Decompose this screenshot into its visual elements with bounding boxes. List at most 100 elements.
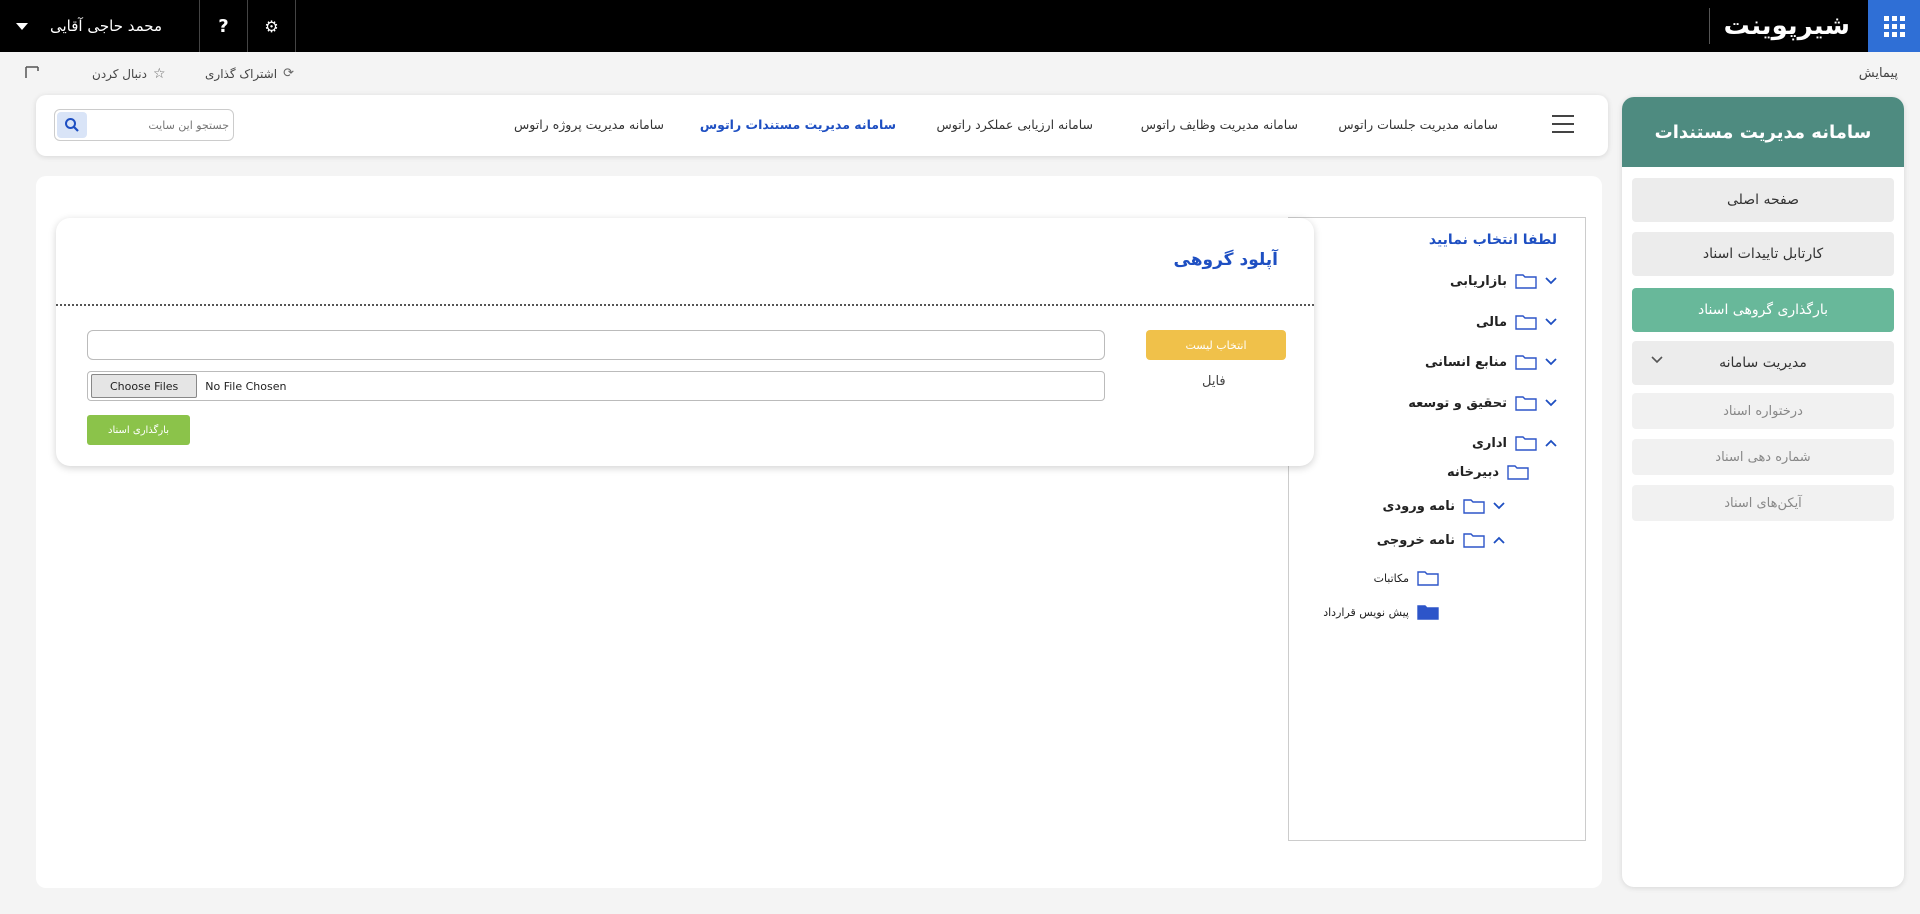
- navigation-label[interactable]: پیمایش: [1859, 66, 1898, 81]
- share-label: اشتراک گذاری: [205, 66, 278, 81]
- sidebar-item-bulk-upload[interactable]: بارگذاری گروهی اسناد: [1632, 288, 1894, 332]
- brand-title[interactable]: شیرپوینت: [1724, 6, 1850, 46]
- nav-link-meetings[interactable]: سامانه مدیریت جلسات راتوس: [1338, 117, 1498, 132]
- follow-label: دنبال کردن: [92, 67, 147, 81]
- tree-node-label: بازاریابی: [1450, 273, 1507, 289]
- brand-divider: [1709, 8, 1710, 44]
- sidebar-subitem-numbering[interactable]: شماره دهی اسناد: [1632, 439, 1894, 475]
- folder-tree: لطفا انتخاب نمایید بازاریابی مالی منابع …: [1288, 217, 1586, 841]
- user-menu-button[interactable]: محمد حاجی آقایی: [0, 0, 200, 52]
- site-search: [54, 109, 234, 141]
- tree-title: لطفا انتخاب نمایید: [1428, 232, 1557, 248]
- app-launcher-button[interactable]: [1868, 0, 1920, 52]
- suite-bar: شیرپوینت محمد حاجی آقایی ? ⚙: [0, 0, 1920, 52]
- sidebar-subitem-document-tree[interactable]: درختواره اسناد: [1632, 393, 1894, 429]
- tree-node-secretariat[interactable]: دبیرخانه: [1447, 464, 1529, 480]
- search-button[interactable]: [57, 112, 87, 138]
- nav-link-documents[interactable]: سامانه مدیریت مستندات راتوس: [700, 117, 896, 132]
- tree-node-administrative[interactable]: اداری: [1472, 435, 1557, 451]
- sidebar-item-label: درختواره اسناد: [1723, 403, 1803, 419]
- ribbon-row: دنبال کردن ☆ اشتراک گذاری ⟳ پیمایش: [0, 56, 1920, 92]
- folder-icon: [1515, 273, 1537, 289]
- nav-link-projects[interactable]: سامانه مدیریت پروژه راتوس: [514, 117, 664, 132]
- list-field[interactable]: [87, 330, 1105, 360]
- share-button[interactable]: اشتراک گذاری ⟳: [205, 66, 294, 81]
- tree-node-contract-draft[interactable]: پیش نویس قرارداد: [1323, 604, 1439, 620]
- waffle-icon: [1883, 15, 1905, 37]
- chevron-down-icon[interactable]: [1545, 397, 1557, 409]
- sidebar-item-label: کارتابل تاییدات اسناد: [1702, 246, 1824, 262]
- bulk-upload-card: آپلود گروهی انتخاب لیست فایل Choose File…: [56, 218, 1314, 466]
- user-area: محمد حاجی آقایی ? ⚙: [0, 0, 296, 52]
- help-button[interactable]: ?: [200, 0, 248, 52]
- nav-link-tasks[interactable]: سامانه مدیریت وظایف راتوس: [1141, 117, 1298, 132]
- folder-icon: [1463, 498, 1485, 514]
- sidebar-item-label: مدیریت سامانه: [1719, 355, 1807, 371]
- upload-documents-button[interactable]: بارگذاری اسناد: [87, 415, 190, 445]
- tree-node-hr[interactable]: منابع انسانی: [1425, 354, 1557, 370]
- sidebar-subitem-icons[interactable]: آیکن‌های اسناد: [1632, 485, 1894, 521]
- user-name: محمد حاجی آقایی: [50, 17, 163, 35]
- divider: [56, 304, 1314, 306]
- tree-node-label: منابع انسانی: [1424, 354, 1507, 370]
- share-icon: ⟳: [283, 66, 294, 81]
- tree-node-finance[interactable]: مالی: [1476, 314, 1557, 330]
- tree-node-label: پیش نویس قرارداد: [1323, 605, 1409, 619]
- sidebar-item-system-management[interactable]: مدیریت سامانه: [1632, 341, 1894, 385]
- no-file-text: No File Chosen: [205, 379, 287, 393]
- folder-icon: [1515, 395, 1537, 411]
- file-label: فایل: [1202, 374, 1226, 389]
- folder-filled-icon: [1417, 604, 1439, 620]
- folder-icon: [1515, 435, 1537, 451]
- star-icon: ☆: [152, 66, 166, 82]
- choose-files-button[interactable]: Choose Files: [91, 374, 198, 398]
- chevron-down-icon[interactable]: [1545, 316, 1557, 328]
- search-icon: [65, 118, 79, 132]
- sidebar-item-label: صفحه اصلی: [1726, 192, 1800, 208]
- sidebar-item-label: آیکن‌های اسناد: [1724, 495, 1802, 511]
- chevron-down-icon[interactable]: [1493, 500, 1505, 512]
- chevron-down-icon[interactable]: [1545, 356, 1557, 368]
- tree-node-label: مالی: [1476, 314, 1507, 330]
- tree-node-label: نامه ورودی: [1382, 498, 1455, 514]
- tree-node-label: نامه خروجی: [1376, 532, 1455, 548]
- sidebar: سامانه مدیریت مستندات صفحه اصلی کارتابل …: [1622, 97, 1904, 887]
- upload-title: آپلود گروهی: [1173, 250, 1278, 270]
- top-navigation: سامانه مدیریت جلسات راتوس سامانه مدیریت …: [36, 95, 1608, 156]
- follow-button[interactable]: دنبال کردن ☆: [92, 66, 166, 82]
- chevron-down-icon[interactable]: [1545, 275, 1557, 287]
- tree-node-label: اداری: [1472, 435, 1507, 451]
- caret-down-icon: [16, 22, 28, 30]
- tree-node-outgoing-letters[interactable]: نامه خروجی: [1377, 532, 1505, 548]
- tree-node-marketing[interactable]: بازاریابی: [1450, 273, 1557, 289]
- focus-icon: [25, 66, 39, 78]
- sidebar-item-label: بارگذاری گروهی اسناد: [1698, 302, 1828, 318]
- chevron-up-icon[interactable]: [1493, 534, 1505, 546]
- chevron-up-icon[interactable]: [1545, 437, 1557, 449]
- tree-node-label: دبیرخانه: [1447, 464, 1499, 480]
- sidebar-item-label: شماره دهی اسناد: [1715, 449, 1811, 465]
- tree-node-label: تحقیق و توسعه: [1408, 395, 1507, 411]
- settings-button[interactable]: ⚙: [248, 0, 296, 52]
- help-icon: ?: [218, 15, 229, 37]
- folder-icon: [1463, 532, 1485, 548]
- folder-icon: [1515, 354, 1537, 370]
- folder-icon: [1417, 570, 1439, 586]
- tree-node-correspondence[interactable]: مکاتبات: [1374, 570, 1439, 586]
- chevron-down-icon: [1650, 353, 1664, 369]
- nav-link-performance[interactable]: سامانه ارزیابی عملکرد راتوس: [936, 117, 1093, 132]
- sidebar-item-home[interactable]: صفحه اصلی: [1632, 178, 1894, 222]
- sidebar-item-approvals[interactable]: کارتابل تاییدات اسناد: [1632, 232, 1894, 276]
- select-list-button[interactable]: انتخاب لیست: [1146, 330, 1286, 360]
- search-input[interactable]: [89, 113, 229, 137]
- sidebar-title: سامانه مدیریت مستندات: [1622, 97, 1904, 167]
- tree-node-label: مکاتبات: [1373, 571, 1409, 585]
- tree-node-rnd[interactable]: تحقیق و توسعه: [1408, 395, 1557, 411]
- folder-icon: [1515, 314, 1537, 330]
- tree-node-incoming-letters[interactable]: نامه ورودی: [1383, 498, 1505, 514]
- focus-mode-button[interactable]: [22, 64, 44, 82]
- hamburger-menu-icon[interactable]: [1552, 115, 1574, 133]
- file-input[interactable]: Choose Files No File Chosen: [87, 371, 1105, 401]
- folder-icon: [1507, 464, 1529, 480]
- gear-icon: ⚙: [264, 16, 279, 36]
